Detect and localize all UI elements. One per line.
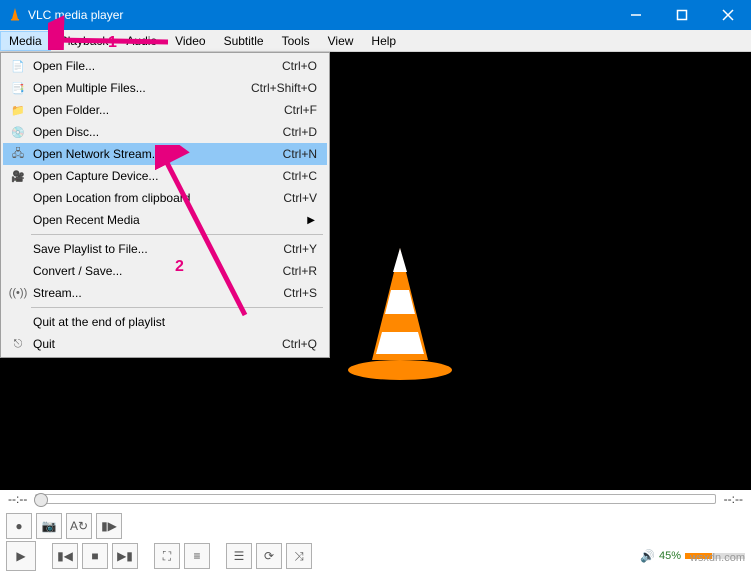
maximize-button[interactable] xyxy=(659,0,705,30)
menu-view[interactable]: View xyxy=(319,31,363,51)
menu-subtitle[interactable]: Subtitle xyxy=(215,31,273,51)
next-button[interactable]: ▶▮ xyxy=(112,543,138,569)
equalizer-icon: ≡ xyxy=(193,549,200,563)
ext-settings-button[interactable]: ≡ xyxy=(184,543,210,569)
stop-icon: ■ xyxy=(91,549,98,563)
menu-tools[interactable]: Tools xyxy=(273,31,319,51)
chevron-right-icon: ▶ xyxy=(307,215,315,226)
menu-open-disc[interactable]: 💿Open Disc...Ctrl+D xyxy=(3,121,327,143)
menu-quit[interactable]: ⎋QuitCtrl+Q xyxy=(3,333,327,355)
snapshot-button[interactable]: 📷 xyxy=(36,513,62,539)
loop-button[interactable]: ⟳ xyxy=(256,543,282,569)
menu-open-folder[interactable]: 📁Open Folder...Ctrl+F xyxy=(3,99,327,121)
fullscreen-button[interactable]: ⛶ xyxy=(154,543,180,569)
frame-button[interactable]: ▮▶ xyxy=(96,513,122,539)
shuffle-icon: ⤨ xyxy=(294,549,304,564)
time-total: --:-- xyxy=(724,492,743,506)
time-elapsed: --:-- xyxy=(8,492,27,506)
loop-icon: ⟳ xyxy=(264,549,274,563)
stop-button[interactable]: ■ xyxy=(82,543,108,569)
toolbar-primary: ▶ ▮◀ ■ ▶▮ ⛶ ≡ ☰ ⟳ ⤨ 🔊 45% xyxy=(0,542,751,570)
menu-open-multiple-files[interactable]: 📑Open Multiple Files...Ctrl+Shift+O xyxy=(3,77,327,99)
network-icon: 🖧 xyxy=(7,145,29,164)
prev-button[interactable]: ▮◀ xyxy=(52,543,78,569)
play-button[interactable]: ▶ xyxy=(6,541,36,571)
stream-icon: ((•)) xyxy=(7,287,29,299)
playlist-icon: ☰ xyxy=(234,549,245,563)
files-icon: 📑 xyxy=(7,82,29,95)
record-icon: ● xyxy=(15,519,22,533)
vlc-logo-icon xyxy=(340,242,460,382)
menu-help[interactable]: Help xyxy=(362,31,405,51)
watermark: wsxdn.com xyxy=(690,552,745,564)
a-to-b-button[interactable]: A↻ xyxy=(66,513,92,539)
exit-icon: ⎋ xyxy=(7,338,29,351)
seek-knob[interactable] xyxy=(34,493,48,507)
toolbar-secondary: ● 📷 A↻ ▮▶ xyxy=(0,512,751,540)
disc-icon: 💿 xyxy=(7,126,29,139)
prev-icon: ▮◀ xyxy=(57,549,73,563)
next-icon: ▶▮ xyxy=(117,549,133,563)
menu-open-file[interactable]: 📄Open File...Ctrl+O xyxy=(3,55,327,77)
seek-row: --:-- --:-- xyxy=(0,490,751,508)
speaker-icon[interactable]: 🔊 xyxy=(640,549,655,563)
file-icon: 📄 xyxy=(7,60,29,73)
capture-icon: 🎥 xyxy=(7,170,29,183)
camera-icon: 📷 xyxy=(42,519,57,533)
menu-media[interactable]: Media xyxy=(0,31,51,51)
folder-icon: 📁 xyxy=(7,104,29,117)
playlist-button[interactable]: ☰ xyxy=(226,543,252,569)
vlc-cone-icon xyxy=(8,7,22,24)
window-controls xyxy=(613,0,751,30)
ab-icon: A↻ xyxy=(70,519,88,533)
seek-slider[interactable] xyxy=(35,494,715,504)
play-icon: ▶ xyxy=(16,549,25,563)
fullscreen-icon: ⛶ xyxy=(163,549,171,564)
annotation-number-2: 2 xyxy=(175,258,184,276)
annotation-number-1: 1 xyxy=(108,34,117,52)
minimize-button[interactable] xyxy=(613,0,659,30)
frame-icon: ▮▶ xyxy=(101,519,117,533)
volume-percent: 45% xyxy=(659,550,681,562)
record-button[interactable]: ● xyxy=(6,513,32,539)
close-button[interactable] xyxy=(705,0,751,30)
annotation-arrow-2 xyxy=(155,145,275,325)
shuffle-button[interactable]: ⤨ xyxy=(286,543,312,569)
